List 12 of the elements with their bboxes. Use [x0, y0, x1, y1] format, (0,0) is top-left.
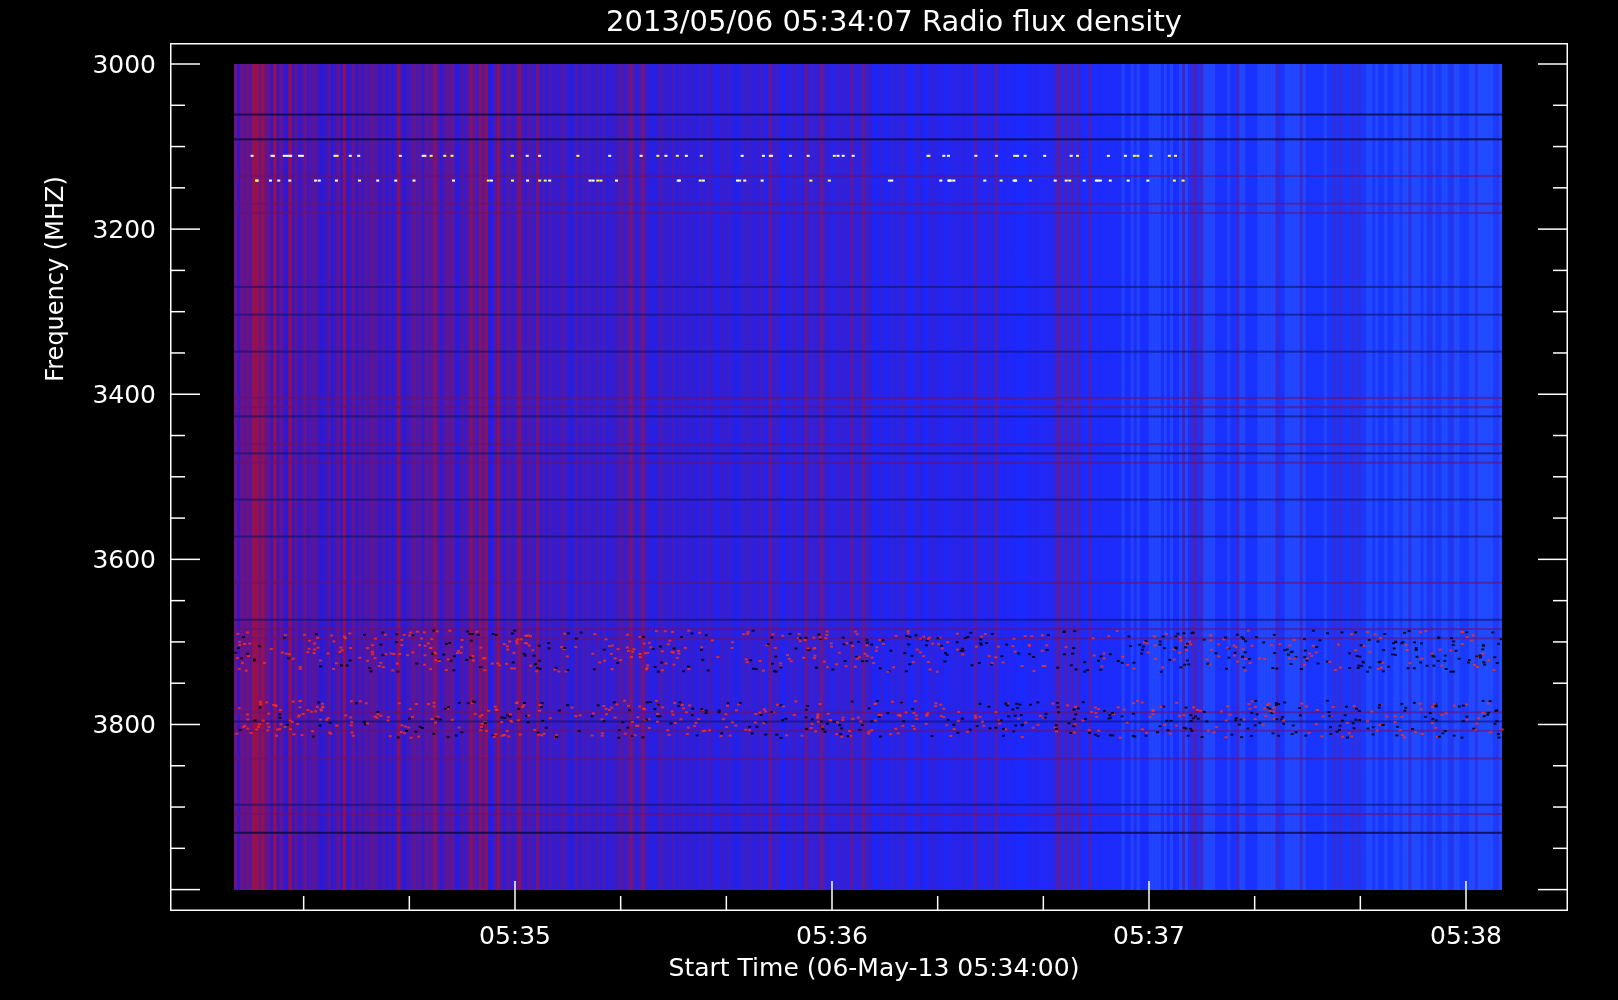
y-tick-label: 3200: [92, 214, 156, 244]
y-tick-label: 3600: [92, 544, 156, 574]
x-tick-label: 05:38: [1430, 921, 1502, 950]
plot-title: 2013/05/06 05:34:07 Radio flux density: [605, 3, 1183, 40]
y-axis-label: Frequency (MHZ): [41, 176, 69, 382]
y-tick-label: 3000: [92, 49, 156, 79]
x-tick-label: 05:36: [796, 921, 868, 950]
y-tick-label: 3400: [92, 379, 156, 409]
y-tick-label: 3800: [92, 709, 156, 739]
x-tick-label: 05:35: [479, 921, 551, 950]
x-axis-label: Start Time (06-May-13 05:34:00): [667, 953, 1080, 982]
x-tick-label: 05:37: [1113, 921, 1185, 950]
